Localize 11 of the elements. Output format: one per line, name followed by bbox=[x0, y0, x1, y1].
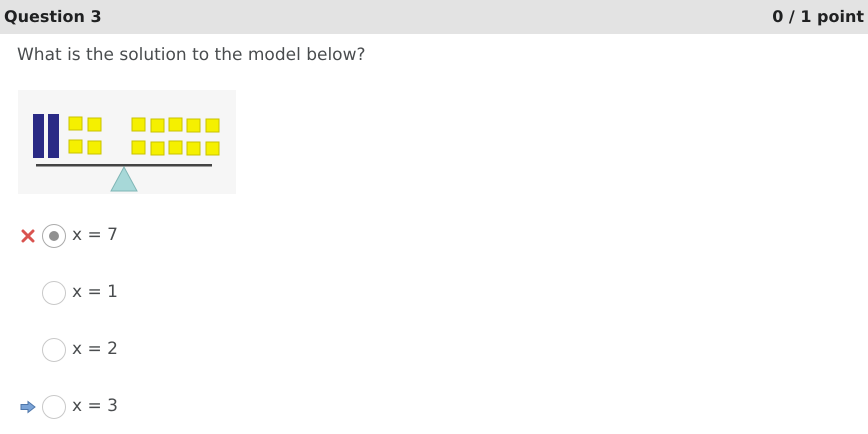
question-title: Question 3 bbox=[4, 6, 102, 28]
score: 0 / 1 point bbox=[772, 6, 864, 28]
question-text: What is the solution to the model below? bbox=[17, 44, 366, 67]
option-label[interactable]: x = 1 bbox=[72, 280, 118, 306]
radio-button[interactable] bbox=[42, 338, 66, 362]
radio-button[interactable] bbox=[42, 224, 66, 248]
option-label[interactable]: x = 7 bbox=[72, 223, 118, 249]
radio-button[interactable] bbox=[42, 281, 66, 305]
option-label[interactable]: x = 3 bbox=[72, 394, 118, 420]
radio-button[interactable] bbox=[42, 395, 66, 419]
option-label[interactable]: x = 2 bbox=[72, 337, 118, 363]
